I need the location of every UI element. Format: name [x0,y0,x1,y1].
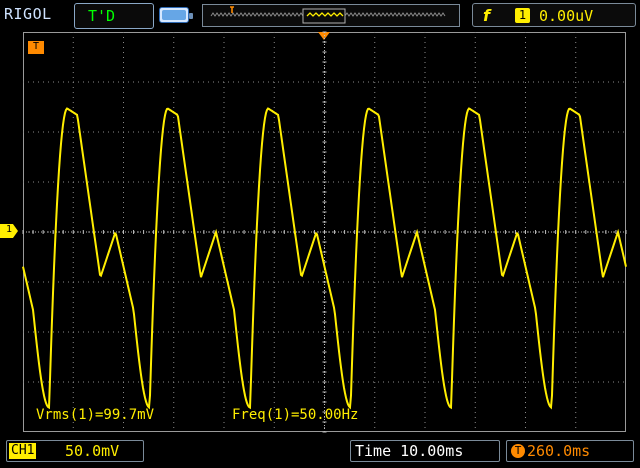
trigger-marker: T [28,41,44,54]
timebase-value: Time 10.00ms [355,442,464,460]
frequency-measurement: Freq(1)=50.00Hz [232,407,359,423]
center-axis [22,31,627,433]
ch1-tag: CH1 [9,443,37,459]
offset-trigger-icon: T [511,444,525,458]
horizontal-offset-panel[interactable]: T 260.0ms [506,440,634,462]
ch1-scale-panel[interactable]: CH1 50.0mV [6,440,144,462]
vrms-measurement: Vrms(1)=99.7mV [36,407,155,423]
waveform-graticule [22,31,627,433]
timebase-panel[interactable]: Time 10.00ms [350,440,500,462]
bottom-bar: CH1 50.0mV Time 10.00ms T 260.0ms [0,438,640,468]
horizontal-offset-value: 260.0ms [527,442,591,460]
ch1-volts-div: 50.0mV [65,442,120,460]
